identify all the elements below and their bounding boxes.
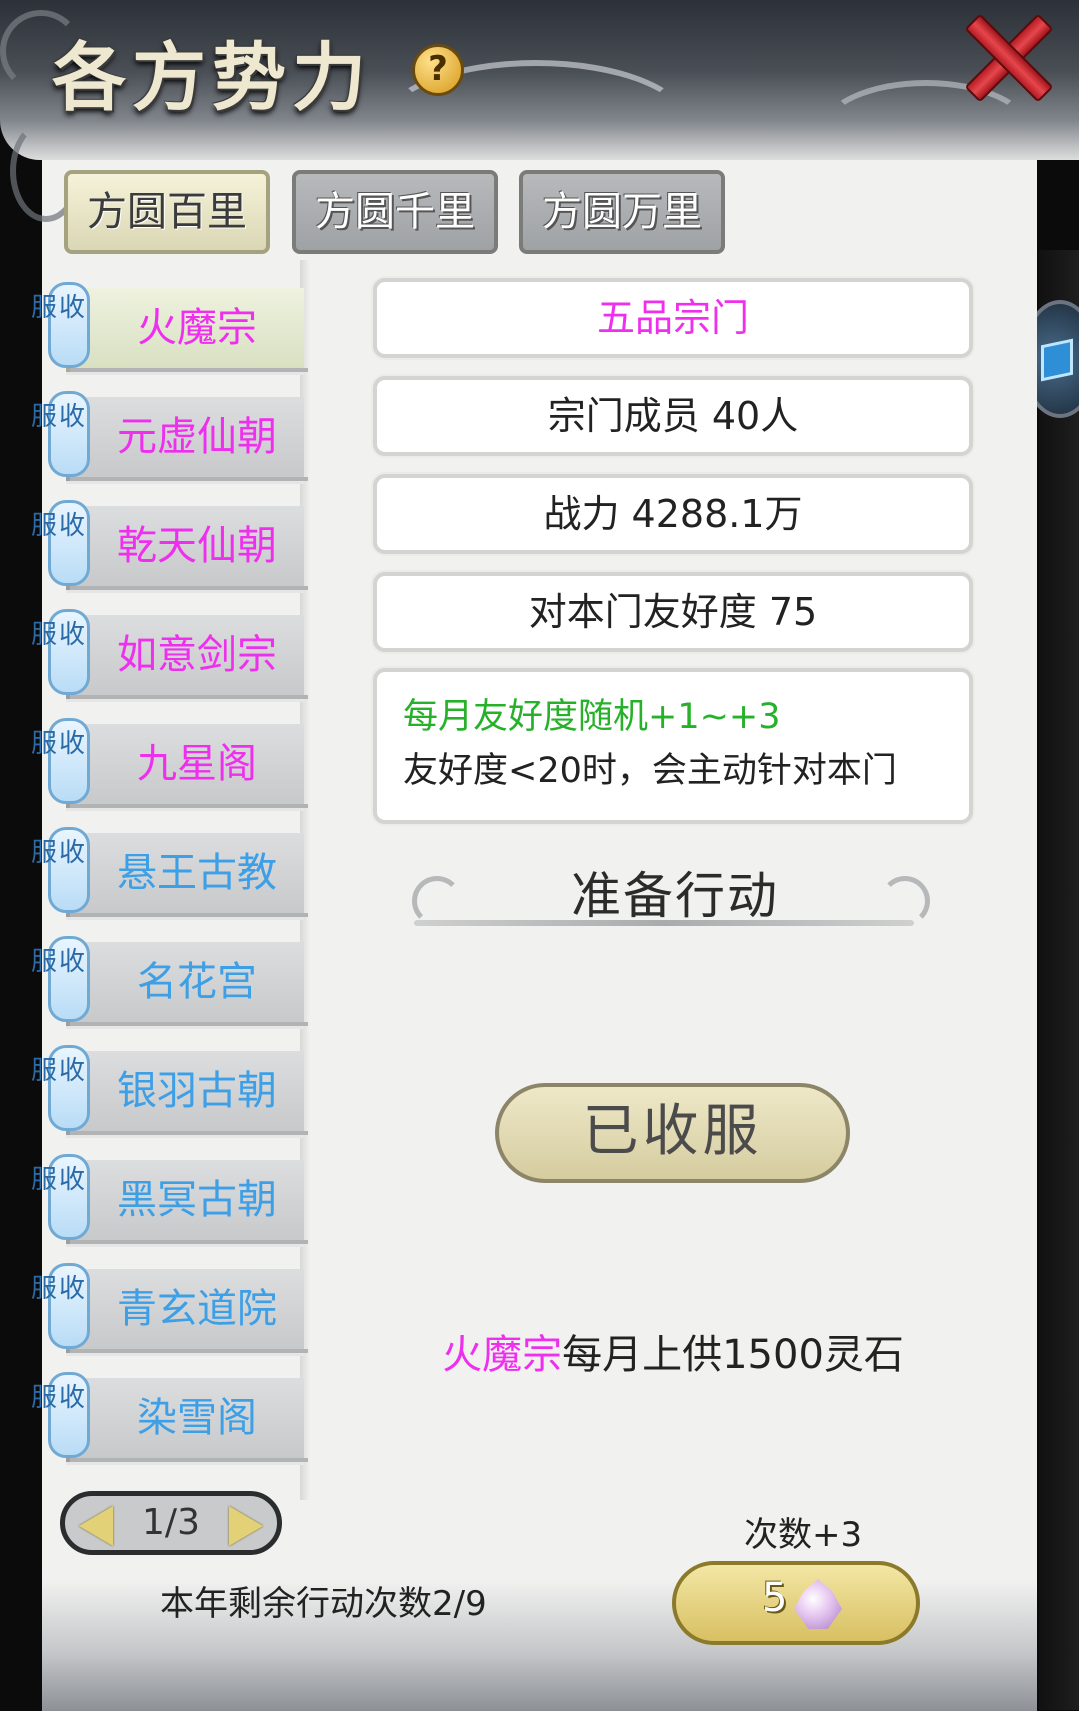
tab-range-hundred-li[interactable]: 方圆百里	[64, 170, 270, 254]
page-selector: 1/3	[60, 1491, 282, 1555]
subdued-badge: 收服	[31, 500, 90, 586]
sect-card-underline	[70, 1240, 308, 1244]
next-page-arrow-icon[interactable]	[229, 1506, 263, 1546]
badge-char: 收	[58, 838, 87, 868]
badge-char: 收	[58, 402, 87, 432]
badge-char: 收	[58, 293, 87, 323]
badge-char: 收	[58, 947, 87, 977]
sect-name: 火魔宗	[137, 305, 257, 351]
cost-amount: 5	[762, 1575, 788, 1621]
sect-rank: 五品宗门	[373, 278, 973, 358]
badge-char: 服	[30, 1383, 59, 1413]
sect-list-item[interactable]: 收服悬王古教	[31, 827, 308, 919]
badge-char: 服	[30, 511, 59, 541]
remaining-actions: 本年剩余行动次数2/9	[160, 1584, 487, 1624]
sect-list-item[interactable]: 收服 九星阁	[31, 718, 308, 810]
section-title: 准备行动	[571, 867, 779, 925]
page-title: 各方势力	[52, 35, 372, 121]
close-icon[interactable]	[958, 10, 1054, 100]
badge-char: 服	[30, 620, 59, 650]
subdued-badge: 收服	[31, 282, 90, 368]
badge-char: 收	[58, 511, 87, 541]
sect-list-item[interactable]: 收服黑冥古朝	[31, 1154, 308, 1246]
page-indicator: 1/3	[142, 1502, 200, 1543]
sect-name: 名花宫	[137, 959, 257, 1005]
sect-card-underline	[70, 368, 308, 372]
sect-name: 染雪阁	[137, 1395, 257, 1441]
sect-list-item[interactable]: 收服 染雪阁	[31, 1372, 308, 1464]
sect-card-underline	[70, 804, 308, 808]
tribute-amount: 每月上供1500灵石	[562, 1332, 904, 1378]
subdued-badge: 收服	[31, 1372, 90, 1458]
prepare-action-header: 准备行动	[350, 856, 1000, 936]
subdued-badge: 收服	[31, 1263, 90, 1349]
buy-times-button[interactable]: 5	[672, 1561, 920, 1645]
sect-name: 元虚仙朝	[117, 414, 277, 460]
subdued-badge: 收服	[31, 391, 90, 477]
cube-icon	[1041, 338, 1073, 382]
badge-char: 服	[30, 947, 59, 977]
sect-friendliness: 对本门友好度 75	[373, 572, 973, 652]
badge-char: 收	[58, 1056, 87, 1086]
sect-card-underline	[70, 1022, 308, 1026]
spirit-crystal-icon	[794, 1579, 842, 1629]
backdrop	[1039, 250, 1079, 1710]
subdued-badge: 收服	[31, 609, 90, 695]
sect-name: 黑冥古朝	[117, 1177, 277, 1223]
subdued-badge: 收服	[31, 827, 90, 913]
sect-power: 战力 4288.1万	[373, 474, 973, 554]
tab-range-thousand-li[interactable]: 方圆千里	[292, 170, 498, 254]
sect-card-underline	[70, 477, 308, 481]
sect-name: 乾天仙朝	[117, 523, 277, 569]
friendliness-warning-note: 友好度<20时，会主动针对本门	[403, 751, 897, 791]
sect-card-underline	[70, 913, 308, 917]
sect-card-underline	[70, 1349, 308, 1353]
tab-range-ten-thousand-li[interactable]: 方圆万里	[519, 170, 725, 254]
badge-char: 收	[58, 620, 87, 650]
sect-name: 九星阁	[137, 741, 257, 787]
sect-list-item[interactable]: 收服 火魔宗	[31, 282, 308, 374]
badge-char: 服	[30, 729, 59, 759]
badge-char: 服	[30, 1056, 59, 1086]
badge-char: 收	[58, 1274, 87, 1304]
help-icon[interactable]: ?	[412, 44, 464, 96]
sect-name: 如意剑宗	[117, 632, 277, 678]
subdued-badge: 收服	[31, 1045, 90, 1131]
friendliness-note: 每月友好度随机+1~+3 友好度<20时，会主动针对本门	[373, 668, 973, 824]
sect-name: 悬王古教	[117, 850, 277, 896]
sect-list-item[interactable]: 收服银羽古朝	[31, 1045, 308, 1137]
sect-name: 青玄道院	[117, 1286, 277, 1332]
badge-char: 服	[30, 1165, 59, 1195]
badge-char: 收	[58, 1165, 87, 1195]
subdued-badge: 收服	[31, 936, 90, 1022]
prev-page-arrow-icon[interactable]	[79, 1506, 113, 1546]
sect-card-underline	[70, 1131, 308, 1135]
badge-char: 服	[30, 1274, 59, 1304]
sect-list-item[interactable]: 收服如意剑宗	[31, 609, 308, 701]
sect-name: 银羽古朝	[117, 1068, 277, 1114]
tribute-sect-name: 火魔宗	[442, 1332, 563, 1378]
extra-times-label: 次数+3	[744, 1515, 863, 1555]
sect-members: 宗门成员 40人	[373, 376, 973, 456]
badge-char: 收	[58, 729, 87, 759]
badge-char: 服	[30, 402, 59, 432]
sect-card-underline	[70, 695, 308, 699]
sect-list-item[interactable]: 收服 名花宫	[31, 936, 308, 1028]
sect-card-underline	[70, 586, 308, 590]
subdued-badge: 收服	[31, 718, 90, 804]
sect-list-item[interactable]: 收服青玄道院	[31, 1263, 308, 1355]
sect-list-item[interactable]: 收服元虚仙朝	[31, 391, 308, 483]
sect-list-item[interactable]: 收服乾天仙朝	[31, 500, 308, 592]
subdued-badge: 收服	[31, 1154, 90, 1240]
subdued-status-button[interactable]: 已收服	[495, 1083, 850, 1183]
tribute-text: 火魔宗每月上供1500灵石	[373, 1322, 973, 1380]
friendliness-gain-note: 每月友好度随机+1~+3	[403, 697, 781, 737]
sect-card-underline	[70, 1458, 308, 1462]
badge-char: 服	[30, 838, 59, 868]
badge-char: 收	[58, 1383, 87, 1413]
badge-char: 服	[30, 293, 59, 323]
